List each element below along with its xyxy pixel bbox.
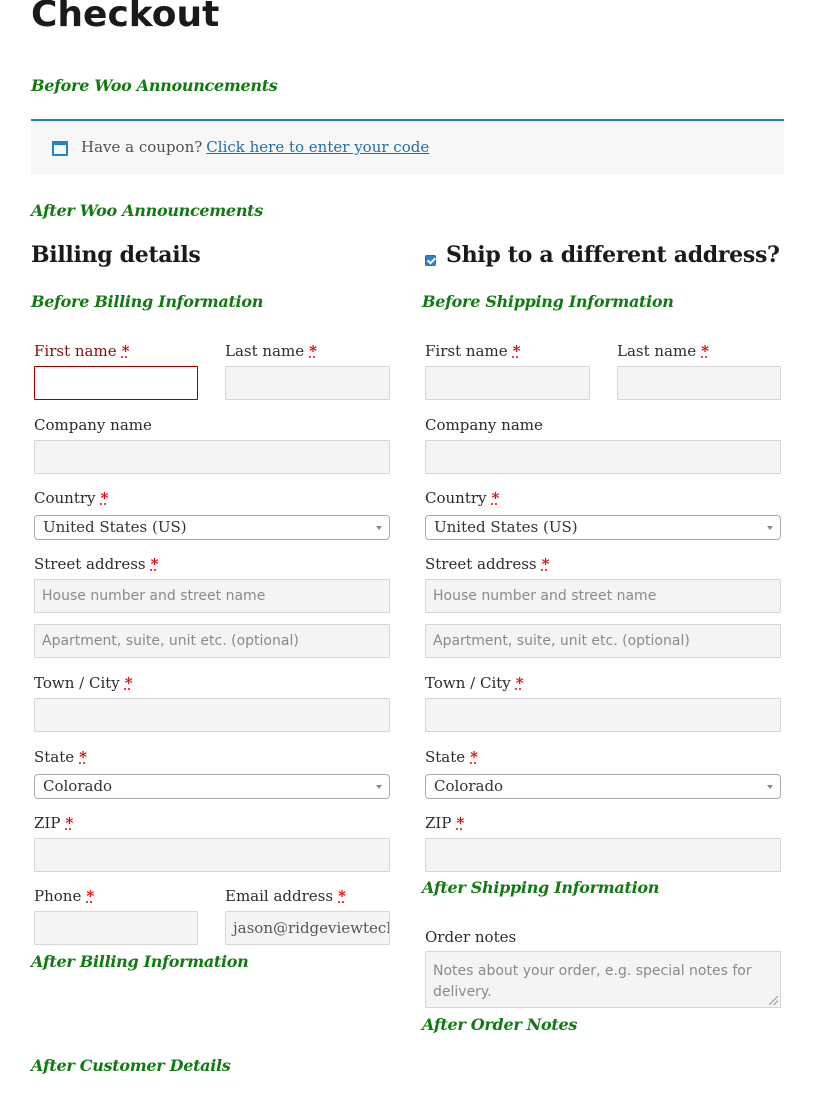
shipping-city-label: Town / City * — [425, 674, 524, 692]
required-mark: * — [86, 887, 95, 905]
shipping-heading: Ship to a different address? — [446, 242, 780, 268]
billing-company-input[interactable] — [34, 440, 390, 474]
billing-country-value: United States (US) — [43, 518, 187, 536]
billing-city-input[interactable] — [34, 698, 390, 732]
shipping-city-label-text: Town / City — [425, 674, 511, 692]
shipping-company-input[interactable] — [425, 440, 781, 474]
shipping-state-value: Colorado — [434, 777, 504, 795]
billing-street-label-text: Street address — [34, 555, 146, 573]
billing-last-name-label: Last name * — [225, 342, 317, 360]
shipping-state-label: State * — [425, 748, 478, 766]
order-notes-placeholder: Notes about your order, e.g. special not… — [433, 963, 752, 1000]
required-mark: * — [512, 342, 521, 360]
shipping-country-label: Country * — [425, 489, 499, 507]
ship-different-address-checkbox[interactable] — [425, 255, 436, 266]
required-mark: * — [338, 887, 346, 905]
billing-zip-label-text: ZIP — [34, 814, 61, 832]
required-mark: * — [124, 674, 133, 692]
shipping-first-name-input[interactable] — [425, 366, 590, 400]
shipping-first-name-label: First name * — [425, 342, 520, 360]
billing-email-label-text: Email address — [225, 887, 334, 905]
coupon-notice: Have a coupon? Click here to enter your c… — [31, 119, 784, 175]
shipping-last-name-input[interactable] — [617, 366, 781, 400]
hook-after-customer-details: After Customer Details — [31, 1056, 231, 1075]
required-mark: * — [470, 748, 479, 766]
billing-last-name-input[interactable] — [225, 366, 390, 400]
required-mark: * — [309, 342, 317, 360]
required-mark: * — [65, 814, 74, 832]
hook-before-billing: Before Billing Information — [31, 292, 264, 311]
resize-handle-icon[interactable] — [769, 996, 778, 1005]
order-notes-label: Order notes — [425, 928, 517, 946]
shipping-first-name-label-text: First name — [425, 342, 508, 360]
hook-after-billing: After Billing Information — [31, 952, 249, 971]
shipping-street-label: Street address * — [425, 555, 549, 573]
billing-street-input-1[interactable]: House number and street name — [34, 579, 390, 613]
billing-first-name-label: First name * — [34, 342, 129, 360]
required-mark: * — [491, 489, 500, 507]
required-mark: * — [100, 489, 109, 507]
shipping-street-input-1[interactable]: House number and street name — [425, 579, 781, 613]
chevron-down-icon — [376, 785, 382, 789]
chevron-down-icon — [767, 526, 773, 530]
billing-city-label-text: Town / City — [34, 674, 120, 692]
required-mark: * — [701, 342, 709, 360]
billing-last-name-label-text: Last name — [225, 342, 305, 360]
hook-before-woo-announcements: Before Woo Announcements — [31, 76, 278, 95]
coupon-link[interactable]: Click here to enter your code — [206, 138, 429, 156]
billing-city-label: Town / City * — [34, 674, 133, 692]
coupon-prompt: Have a coupon? — [81, 138, 203, 156]
shipping-state-select[interactable]: Colorado — [425, 774, 781, 799]
billing-zip-input[interactable] — [34, 838, 390, 872]
billing-email-label: Email address * — [225, 887, 346, 905]
billing-company-label: Company name — [34, 416, 152, 434]
chevron-down-icon — [376, 526, 382, 530]
billing-country-select[interactable]: United States (US) — [34, 515, 390, 540]
coupon-notice-text: Have a coupon? Click here to enter your c… — [81, 138, 429, 156]
shipping-street-label-text: Street address — [425, 555, 537, 573]
shipping-last-name-label: Last name * — [617, 342, 709, 360]
required-mark: * — [79, 748, 88, 766]
billing-first-name-label-text: First name — [34, 342, 117, 360]
billing-street-input-2[interactable]: Apartment, suite, unit etc. (optional) — [34, 624, 390, 658]
billing-country-label: Country * — [34, 489, 108, 507]
billing-state-label: State * — [34, 748, 87, 766]
billing-first-name-input[interactable] — [34, 366, 198, 400]
hook-after-woo-announcements: After Woo Announcements — [31, 201, 263, 220]
shipping-country-label-text: Country — [425, 489, 487, 507]
order-notes-textarea[interactable]: Notes about your order, e.g. special not… — [425, 951, 781, 1008]
required-mark: * — [150, 555, 159, 573]
billing-phone-input[interactable] — [34, 911, 198, 945]
shipping-state-label-text: State — [425, 748, 466, 766]
required-mark: * — [456, 814, 465, 832]
billing-country-label-text: Country — [34, 489, 96, 507]
shipping-last-name-label-text: Last name — [617, 342, 697, 360]
page-title: Checkout — [31, 0, 220, 35]
billing-state-select[interactable]: Colorado — [34, 774, 390, 799]
hook-after-order-notes: After Order Notes — [422, 1015, 578, 1034]
shipping-street-input-2[interactable]: Apartment, suite, unit etc. (optional) — [425, 624, 781, 658]
billing-state-label-text: State — [34, 748, 75, 766]
shipping-city-input[interactable] — [425, 698, 781, 732]
hook-before-shipping: Before Shipping Information — [422, 292, 674, 311]
billing-phone-label-text: Phone — [34, 887, 82, 905]
shipping-country-select[interactable]: United States (US) — [425, 515, 781, 540]
chevron-down-icon — [767, 785, 773, 789]
window-icon — [52, 141, 68, 156]
shipping-zip-label-text: ZIP — [425, 814, 452, 832]
shipping-company-label: Company name — [425, 416, 543, 434]
billing-state-value: Colorado — [43, 777, 113, 795]
hook-after-shipping: After Shipping Information — [422, 878, 660, 897]
shipping-zip-input[interactable] — [425, 838, 781, 872]
required-mark: * — [515, 674, 524, 692]
billing-street-label: Street address * — [34, 555, 158, 573]
billing-phone-label: Phone * — [34, 887, 94, 905]
required-mark: * — [121, 342, 130, 360]
required-mark: * — [541, 555, 550, 573]
shipping-zip-label: ZIP * — [425, 814, 464, 832]
billing-heading: Billing details — [31, 242, 201, 268]
shipping-country-value: United States (US) — [434, 518, 578, 536]
billing-email-input[interactable]: jason@ridgeviewtech — [225, 911, 390, 945]
billing-zip-label: ZIP * — [34, 814, 73, 832]
